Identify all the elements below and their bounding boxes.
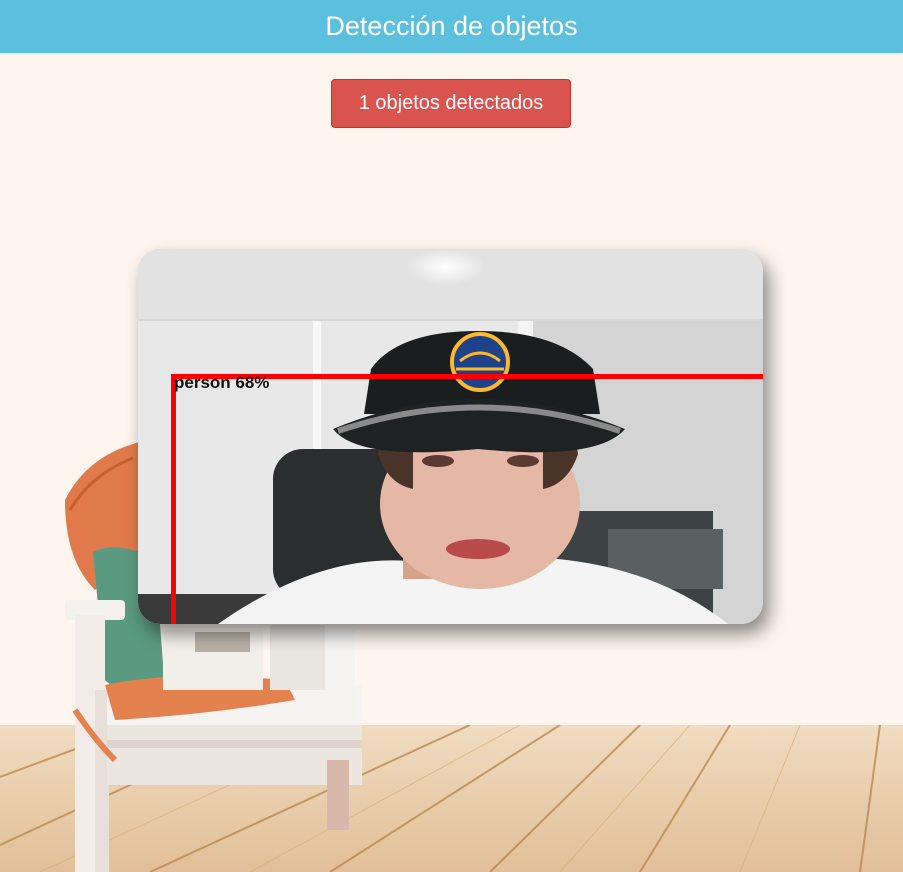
detection-label: person 68% bbox=[174, 373, 270, 392]
page-title: Detección de objetos bbox=[0, 0, 903, 53]
detection-bounding-box bbox=[171, 374, 763, 624]
detected-count-button[interactable]: 1 objetos detectados bbox=[331, 79, 571, 128]
webcam-video: person 68% bbox=[138, 249, 763, 624]
